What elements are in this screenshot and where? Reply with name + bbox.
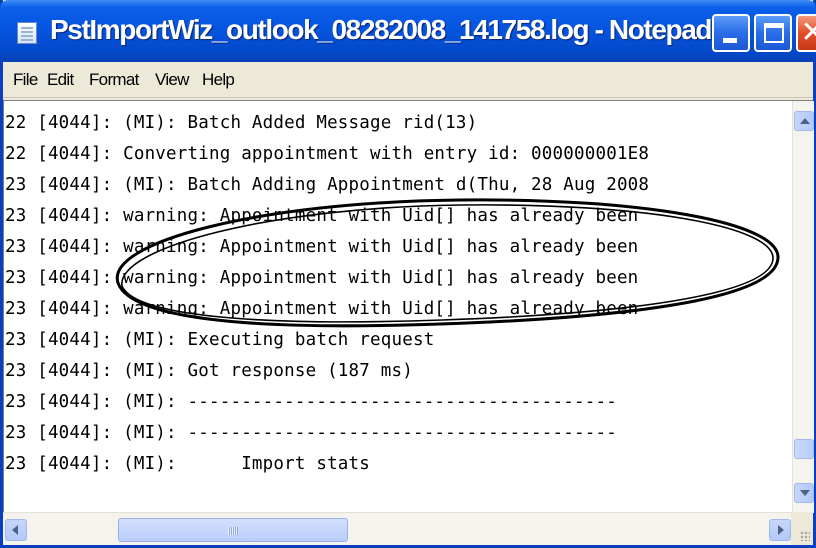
- close-icon: ✕: [800, 15, 816, 50]
- log-line: 22 [4044]: Converting appointment with e…: [5, 144, 650, 164]
- horizontal-scroll-thumb[interactable]: [118, 518, 348, 542]
- notepad-window: PstImportWiz_outlook_08282008_141758.log…: [0, 0, 816, 548]
- grip-icon: [228, 527, 238, 535]
- window-title: PstImportWiz_outlook_08282008_141758.log…: [50, 14, 713, 45]
- arrow-down-icon[interactable]: [794, 483, 814, 503]
- menu-format[interactable]: Format: [89, 70, 139, 90]
- notepad-icon[interactable]: [17, 22, 37, 44]
- log-line: 22 [4044]: (MI): Batch Added Message rid…: [5, 113, 478, 133]
- log-line: 23 [4044]: (MI): Got response (187 ms): [5, 361, 413, 381]
- log-line: 23 [4044]: warning: Appointment with Uid…: [5, 206, 639, 226]
- log-line: 23 [4044]: warning: Appointment with Uid…: [5, 268, 639, 288]
- log-line: 23 [4044]: warning: Appointment with Uid…: [5, 237, 639, 257]
- log-line: 23 [4044]: (MI): -----------------------…: [5, 423, 617, 443]
- menu-edit[interactable]: Edit: [47, 70, 74, 90]
- vertical-scrollbar[interactable]: [792, 101, 814, 513]
- minimize-icon: [723, 38, 737, 43]
- arrow-left-icon[interactable]: [5, 519, 27, 541]
- menu-help[interactable]: Help: [202, 70, 235, 90]
- log-line: 23 [4044]: (MI): Import stats: [5, 454, 371, 474]
- log-line: 23 [4044]: (MI): Executing batch request: [5, 330, 435, 350]
- log-line: 23 [4044]: (MI): -----------------------…: [5, 392, 617, 412]
- log-line: 23 [4044]: warning: Appointment with Uid…: [5, 299, 639, 319]
- close-button[interactable]: ✕: [796, 14, 816, 52]
- editor-area[interactable]: 22 [4044]: (MI): Batch Added Message rid…: [3, 100, 814, 513]
- maximize-icon: [764, 23, 784, 43]
- horizontal-scrollbar[interactable]: [3, 512, 791, 545]
- title-bar[interactable]: PstImportWiz_outlook_08282008_141758.log…: [0, 0, 816, 62]
- arrow-up-icon[interactable]: [794, 111, 814, 131]
- vertical-scroll-thumb[interactable]: [794, 439, 814, 459]
- log-line: 23 [4044]: (MI): Batch Adding Appointmen…: [5, 175, 650, 195]
- arrow-right-icon[interactable]: [769, 519, 791, 541]
- text-area[interactable]: 22 [4044]: (MI): Batch Added Message rid…: [4, 101, 792, 513]
- menu-view[interactable]: View: [155, 70, 189, 90]
- minimize-button[interactable]: [712, 14, 750, 52]
- menu-bar: File Edit Format View Help: [3, 62, 813, 98]
- maximize-button[interactable]: [754, 14, 792, 52]
- resize-grip[interactable]: [791, 512, 813, 545]
- menu-file[interactable]: File: [13, 70, 38, 90]
